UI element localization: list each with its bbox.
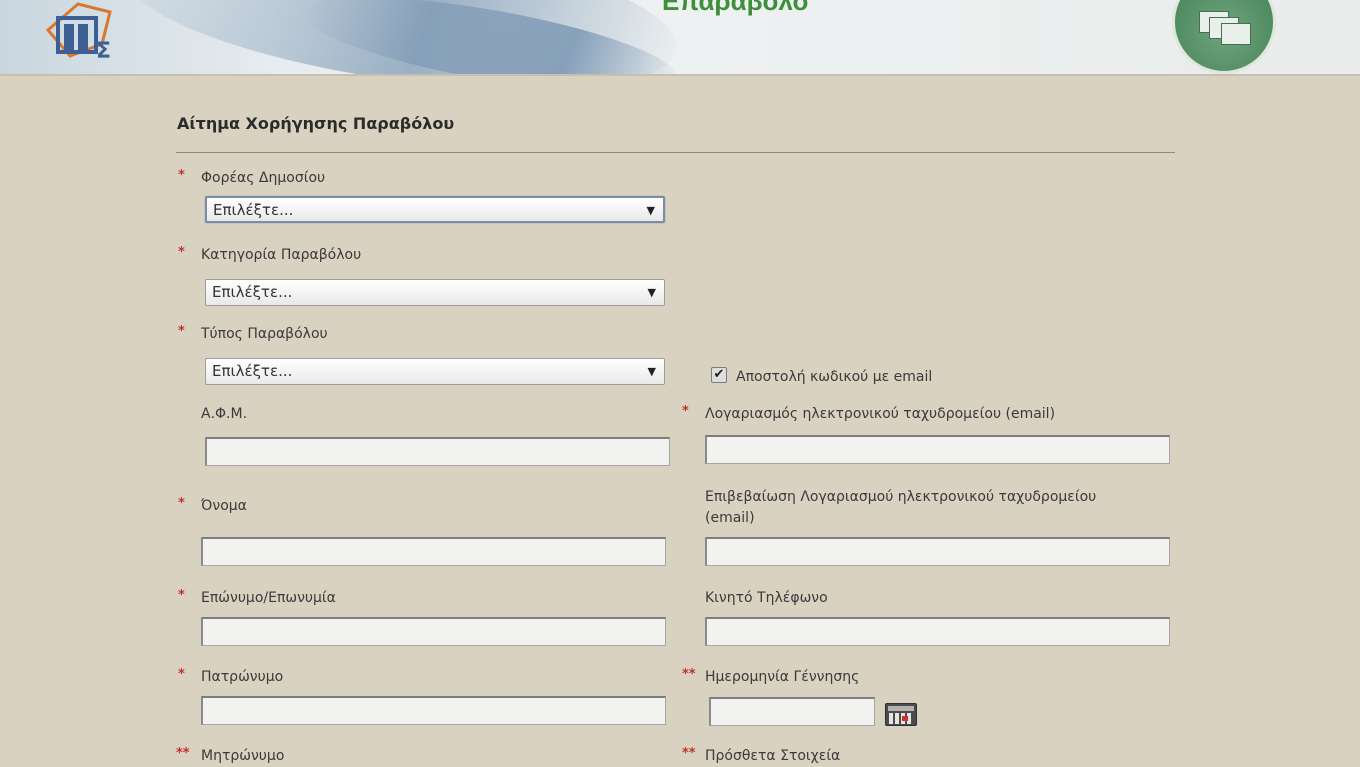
katigoria-select-value: Επιλέξτε... — [212, 283, 293, 301]
chevron-down-icon: ▼ — [647, 286, 656, 299]
afm-label: Α.Φ.Μ. — [201, 406, 248, 422]
email-confirm-label: Επιβεβαίωση Λογαριασμού ηλεκτρονικού ταχ… — [705, 489, 1097, 505]
chevron-down-icon: ▼ — [646, 204, 655, 217]
mother-label: Μητρώνυμο — [201, 748, 285, 764]
birthdate-label: Ημερομηνία Γέννησης — [705, 669, 860, 685]
chevron-down-icon: ▼ — [647, 365, 656, 378]
send-code-label: Αποστολή κωδικού με email — [736, 369, 933, 385]
mobile-label: Κινητό Τηλέφωνο — [705, 590, 828, 606]
header-banner: Σ Επαράβολο — [0, 0, 1360, 76]
foreas-label: Φορέας Δημοσίου — [201, 170, 326, 186]
required-marker: * — [682, 404, 689, 419]
birthdate-input[interactable] — [709, 697, 875, 726]
email-confirm-label-line2: (email) — [705, 510, 755, 526]
surname-label: Επώνυμο/Επωνυμία — [201, 590, 336, 606]
banner-title: Επαράβολο — [662, 0, 809, 16]
documents-logo-icon — [1172, 0, 1276, 74]
required-marker: * — [178, 667, 185, 682]
title-divider — [176, 152, 1175, 153]
katigoria-label: Κατηγορία Παραβόλου — [201, 247, 362, 263]
email-label: Λογαριασμός ηλεκτρονικού ταχυδρομείου (e… — [705, 406, 1056, 422]
typos-label: Τύπος Παραβόλου — [201, 326, 328, 342]
required-marker: ** — [176, 746, 190, 761]
required-marker: * — [178, 588, 185, 603]
typos-select-value: Επιλέξτε... — [212, 362, 293, 380]
name-input[interactable] — [201, 537, 666, 566]
required-marker: * — [178, 168, 185, 183]
mobile-input[interactable] — [705, 617, 1170, 646]
calendar-icon[interactable] — [885, 703, 917, 726]
name-label: Όνομα — [201, 498, 247, 514]
afm-input[interactable] — [205, 437, 670, 466]
required-marker: * — [178, 245, 185, 260]
send-code-checkbox[interactable]: ✔ — [711, 367, 727, 383]
typos-select[interactable]: Επιλέξτε... ▼ — [205, 358, 665, 385]
email-confirm-input[interactable] — [705, 537, 1170, 566]
foreas-select-value: Επιλέξτε... — [213, 201, 294, 219]
form-title: Αίτημα Χορήγησης Παραβόλου — [177, 114, 455, 133]
father-label: Πατρώνυμο — [201, 669, 284, 685]
father-input[interactable] — [201, 696, 666, 725]
ministry-logo-icon: Σ — [45, 2, 112, 64]
required-marker: * — [178, 324, 185, 339]
extra-label: Πρόσθετα Στοιχεία — [705, 748, 841, 764]
svg-text:Σ: Σ — [96, 39, 111, 64]
required-marker: ** — [682, 667, 696, 682]
surname-input[interactable] — [201, 617, 666, 646]
email-input[interactable] — [705, 435, 1170, 464]
required-marker: * — [178, 496, 185, 511]
foreas-select[interactable]: Επιλέξτε... ▼ — [205, 196, 665, 223]
required-marker: ** — [682, 746, 696, 761]
katigoria-select[interactable]: Επιλέξτε... ▼ — [205, 279, 665, 306]
